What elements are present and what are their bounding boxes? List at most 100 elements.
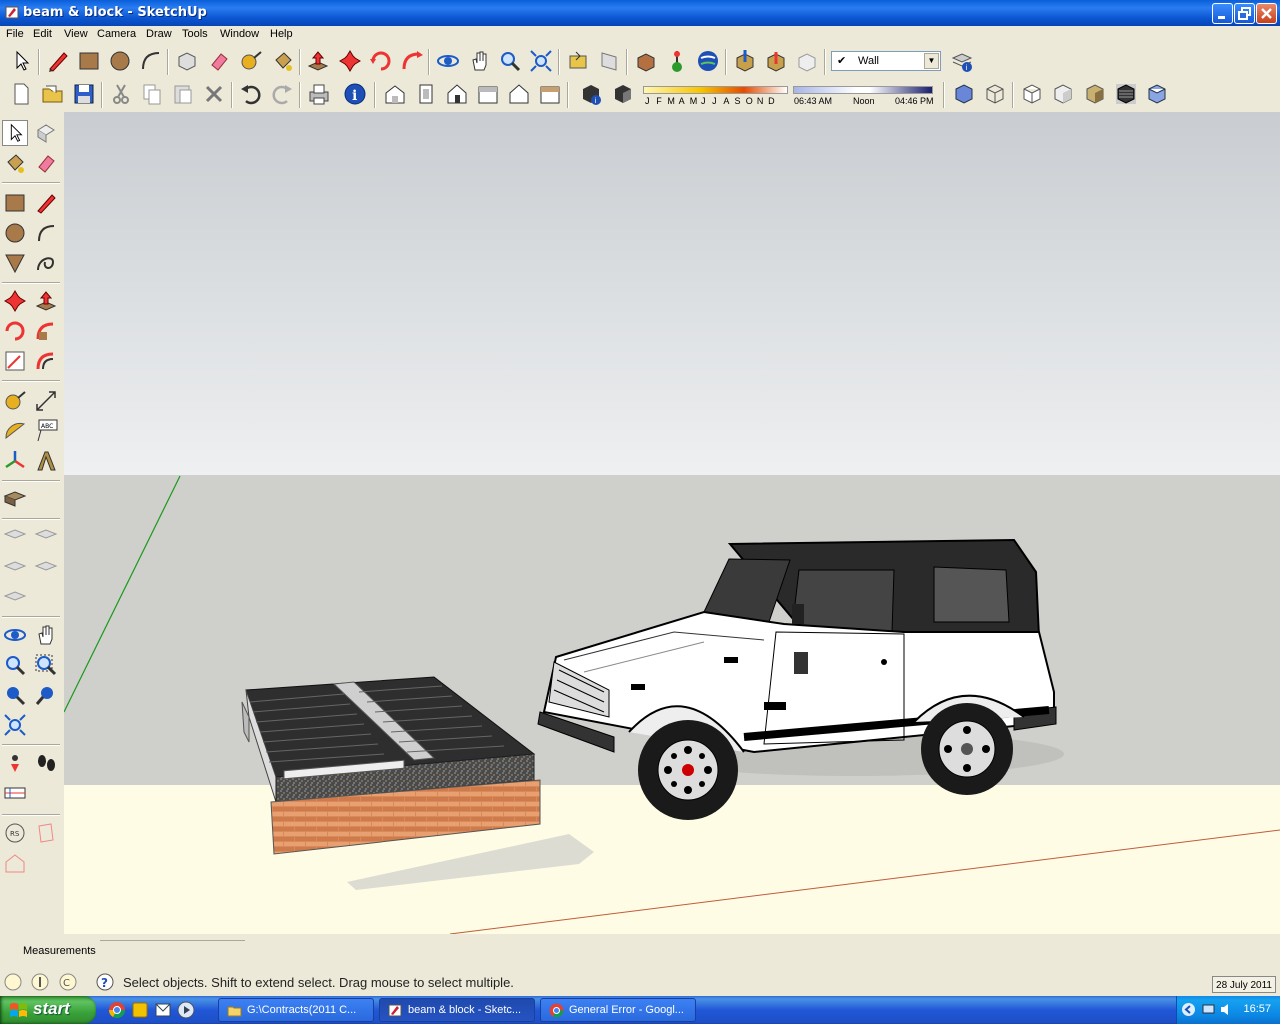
smoove-icon[interactable] <box>2 554 28 580</box>
menu-help[interactable]: Help <box>270 28 293 40</box>
circle-icon[interactable] <box>107 48 133 74</box>
share-model-icon[interactable] <box>763 48 789 74</box>
time-slider[interactable] <box>793 86 933 94</box>
shaded-style-icon[interactable] <box>1050 81 1076 107</box>
drawing-viewport[interactable] <box>64 112 1280 934</box>
outlook-quicklaunch-icon[interactable] <box>154 1001 172 1019</box>
share-component-icon[interactable] <box>794 48 820 74</box>
rotate-icon[interactable] <box>2 318 28 344</box>
component-icon[interactable] <box>33 120 59 146</box>
arc-icon[interactable] <box>33 220 59 246</box>
circle-icon[interactable] <box>2 220 28 246</box>
undo-icon[interactable] <box>238 81 264 107</box>
section-cut-icon[interactable] <box>33 820 59 846</box>
xray-style-icon[interactable] <box>951 81 977 107</box>
top-view-icon[interactable] <box>413 81 439 107</box>
save-icon[interactable] <box>71 81 97 107</box>
follow-me-icon[interactable] <box>399 48 425 74</box>
network-icon[interactable] <box>1201 1002 1216 1017</box>
tape-measure-icon[interactable] <box>2 388 28 414</box>
zoom-window-icon[interactable] <box>33 652 59 678</box>
select-tool-icon[interactable] <box>8 48 34 74</box>
sandbox-from-contours-icon[interactable] <box>2 524 28 550</box>
orbit-icon[interactable] <box>2 622 28 648</box>
paint-bucket-icon[interactable] <box>270 48 296 74</box>
drape-icon[interactable] <box>2 584 28 610</box>
menu-window[interactable]: Window <box>220 28 259 40</box>
get-models-3dw-icon[interactable] <box>732 48 758 74</box>
house-icon[interactable] <box>2 850 28 876</box>
copy-icon[interactable] <box>139 81 165 107</box>
minimize-button[interactable] <box>1212 3 1233 24</box>
freehand-icon[interactable] <box>33 250 59 276</box>
move-icon[interactable] <box>2 288 28 314</box>
menu-edit[interactable]: Edit <box>33 28 52 40</box>
get-models-icon[interactable] <box>633 48 659 74</box>
delete-icon[interactable] <box>201 81 227 107</box>
eraser-icon[interactable] <box>33 150 59 176</box>
tray-arrow-icon[interactable] <box>1181 1002 1196 1017</box>
print-icon[interactable] <box>306 81 332 107</box>
polygon-icon[interactable] <box>2 250 28 276</box>
sandbox-from-scratch-icon[interactable] <box>33 524 59 550</box>
select-arrow-icon[interactable] <box>2 120 28 146</box>
front-view-icon[interactable] <box>444 81 470 107</box>
media-quicklaunch-icon[interactable] <box>177 1001 195 1019</box>
hidden-line-style-icon[interactable] <box>1019 81 1045 107</box>
3d-text-icon[interactable] <box>33 448 59 474</box>
dimension-icon[interactable] <box>33 388 59 414</box>
zoom-icon[interactable] <box>497 48 523 74</box>
menu-file[interactable]: File <box>6 28 24 40</box>
pan-icon[interactable] <box>467 48 493 74</box>
menu-draw[interactable]: Draw <box>146 28 172 40</box>
close-button[interactable] <box>1256 3 1277 24</box>
rectangle-icon[interactable] <box>2 190 28 216</box>
paint-bucket-icon[interactable] <box>2 150 28 176</box>
push-pull-icon[interactable] <box>33 288 59 314</box>
new-file-icon[interactable] <box>8 81 34 107</box>
previous-icon[interactable] <box>2 682 28 708</box>
section-plane-icon[interactable] <box>2 486 28 512</box>
geo-location-icon[interactable] <box>4 973 22 991</box>
zoom-icon[interactable] <box>2 652 28 678</box>
look-around-icon[interactable] <box>2 780 28 806</box>
chevron-down-icon[interactable]: ▼ <box>924 53 939 69</box>
offset-icon[interactable] <box>33 348 59 374</box>
menu-tools[interactable]: Tools <box>182 28 208 40</box>
rectangle-icon[interactable] <box>76 48 102 74</box>
monochrome-style-icon[interactable] <box>1113 81 1139 107</box>
help-icon[interactable]: ? <box>96 973 114 991</box>
menu-view[interactable]: View <box>64 28 88 40</box>
xray-alt-style-icon[interactable] <box>1144 81 1170 107</box>
zoom-extents-icon[interactable] <box>2 712 28 738</box>
axes-icon[interactable] <box>2 448 28 474</box>
month-slider[interactable] <box>643 86 788 94</box>
orbit-icon[interactable] <box>435 48 461 74</box>
layer-dropdown[interactable]: ✔ Wall ▼ <box>831 51 941 71</box>
redo-icon[interactable] <box>269 81 295 107</box>
iso-view-icon[interactable] <box>382 81 408 107</box>
menu-camera[interactable]: Camera <box>97 28 136 40</box>
model-info-icon[interactable]: i <box>342 81 368 107</box>
right-view-icon[interactable] <box>475 81 501 107</box>
left-view-icon[interactable] <box>537 81 563 107</box>
arc-icon[interactable] <box>138 48 164 74</box>
credits-icon[interactable] <box>31 973 49 991</box>
user-account-icon[interactable]: C <box>59 973 77 991</box>
start-button[interactable]: start <box>0 996 96 1024</box>
wireframe-style-icon[interactable] <box>982 81 1008 107</box>
position-camera-icon[interactable] <box>2 750 28 776</box>
google-earth-icon[interactable] <box>695 48 721 74</box>
tape-measure-icon[interactable] <box>238 48 264 74</box>
pencil-icon[interactable] <box>33 190 59 216</box>
follow-me-icon[interactable] <box>33 318 59 344</box>
shadow-settings-icon[interactable]: i <box>578 81 604 107</box>
back-view-icon[interactable] <box>506 81 532 107</box>
move-icon[interactable] <box>337 48 363 74</box>
taskbar-item-chrome[interactable]: General Error - Googl... <box>540 998 696 1022</box>
open-folder-icon[interactable] <box>40 81 66 107</box>
match-photo-icon[interactable]: RS <box>2 820 28 846</box>
paste-icon[interactable] <box>170 81 196 107</box>
cut-icon[interactable] <box>108 81 134 107</box>
messenger-quicklaunch-icon[interactable] <box>131 1001 149 1019</box>
